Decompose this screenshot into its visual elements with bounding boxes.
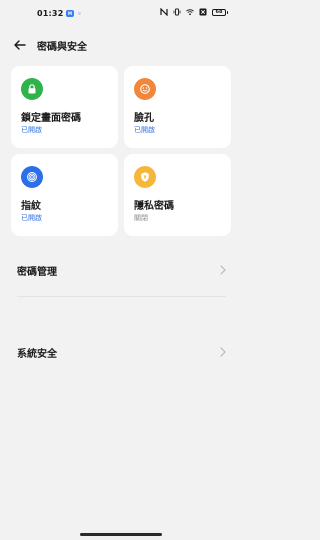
sim-blocked-icon [199, 8, 207, 16]
back-button[interactable] [12, 37, 28, 53]
page-title: 密碼與安全 [37, 42, 87, 53]
card-title: 鎖定畫面密碼 [21, 113, 81, 124]
fingerprint-icon [21, 166, 43, 188]
battery-icon: 68 [212, 8, 228, 16]
back-arrow-icon [14, 40, 26, 50]
notification-dot-icon [78, 12, 81, 15]
lock-icon [21, 78, 43, 100]
card-status: 已開啟 [21, 214, 42, 222]
lock-screen-password-card[interactable]: 鎖定畫面密碼 已開啟 [11, 66, 118, 148]
card-title: 指紋 [21, 201, 41, 212]
vibrate-icon [173, 8, 181, 16]
app-notification-icon: M [66, 10, 74, 17]
card-status: 已開啟 [134, 126, 155, 134]
page-header: 密碼與安全 [0, 33, 242, 57]
status-bar: 01:32 M 68 [0, 0, 242, 28]
status-time: 01:32 [37, 9, 64, 18]
private-key-icon [134, 166, 156, 188]
private-password-card[interactable]: 隱私密碼 關閉 [124, 154, 231, 236]
wifi-icon [186, 8, 194, 16]
home-indicator[interactable] [80, 533, 162, 536]
fingerprint-card[interactable]: 指紋 已開啟 [11, 154, 118, 236]
row-label: 系統安全 [17, 349, 57, 360]
card-status: 關閉 [134, 214, 148, 222]
face-icon [134, 78, 156, 100]
status-icons: 68 [160, 8, 228, 16]
card-title: 臉孔 [134, 113, 154, 124]
card-status: 已開啟 [21, 126, 42, 134]
face-unlock-card[interactable]: 臉孔 已開啟 [124, 66, 231, 148]
nfc-icon [160, 8, 168, 16]
row-label: 密碼管理 [17, 267, 57, 278]
card-title: 隱私密碼 [134, 201, 174, 212]
security-settings-screen: 01:32 M 68 密碼與安全 鎖定畫面密碼 已開啟 臉孔 已開啟 指紋 已開… [0, 0, 242, 540]
chevron-right-icon [220, 347, 226, 357]
chevron-right-icon [220, 265, 226, 275]
password-management-row[interactable]: 密碼管理 [0, 250, 242, 290]
divider [17, 296, 226, 297]
system-security-row[interactable]: 系統安全 [0, 332, 242, 372]
